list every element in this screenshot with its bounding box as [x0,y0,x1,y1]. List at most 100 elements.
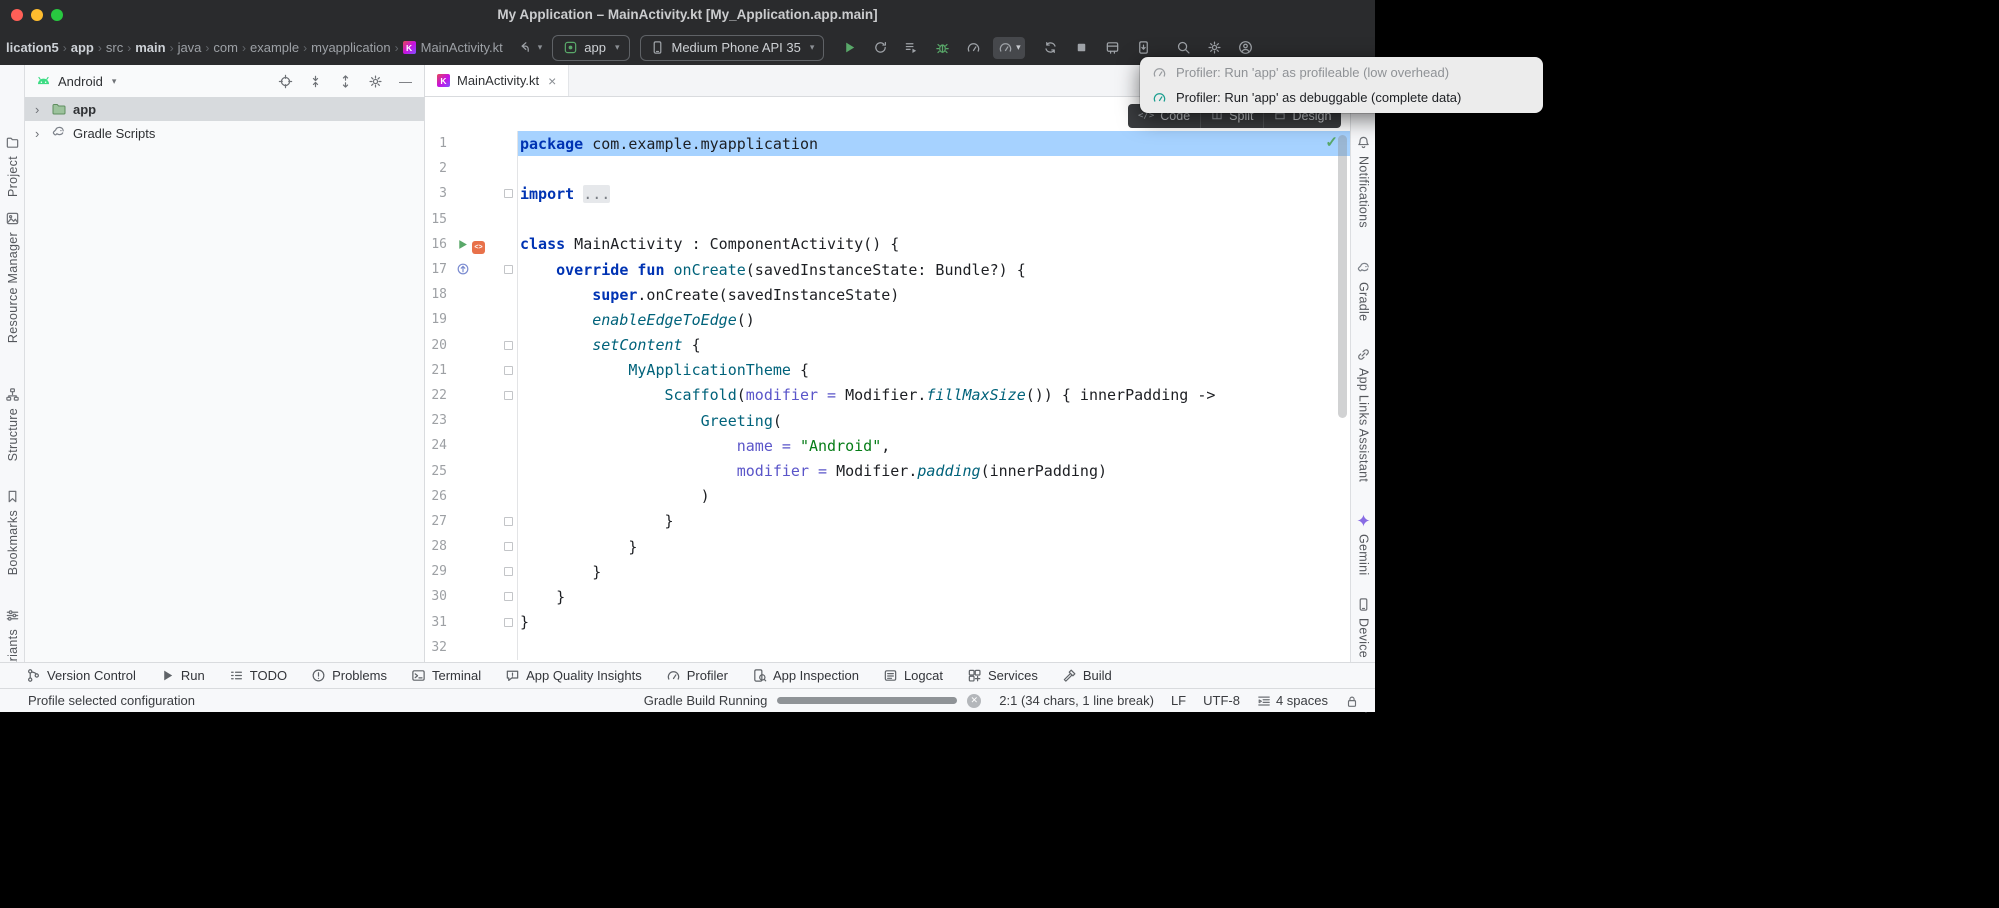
code-text[interactable]: modifier = Modifier.padding(innerPadding… [518,458,1350,483]
fold-open-icon[interactable] [504,366,513,375]
code-line-16[interactable]: 16<>class MainActivity : ComponentActivi… [425,232,1350,257]
line-number[interactable]: 17 [425,262,447,277]
line-number[interactable]: 24 [425,438,447,453]
tool-window-button-gradle[interactable]: Gradle [1351,261,1376,321]
breadcrumb-com[interactable]: com [213,40,238,55]
expand-all-button[interactable] [337,73,354,90]
tool-window-button-version-control[interactable]: Version Control [14,663,148,688]
breadcrumb-example[interactable]: example [250,40,299,55]
code-line-31[interactable]: 31} [425,610,1350,635]
code-text[interactable]: } [518,610,1350,635]
tool-window-button-notifications[interactable]: Notifications [1351,135,1376,228]
line-number[interactable]: 27 [425,514,447,529]
code-line-1[interactable]: 1 package com.example.myapplication [425,131,1350,156]
line-number[interactable]: 31 [425,615,447,630]
code-text[interactable]: setContent { [518,333,1350,358]
tool-window-button-project[interactable]: Project [0,135,25,197]
fold-close-icon[interactable] [504,567,513,576]
tool-window-button-services[interactable]: Services [955,663,1050,688]
line-number[interactable]: 19 [425,312,447,327]
code-line-24[interactable]: 24 name = "Android", [425,433,1350,458]
code-line-32[interactable]: 32 [425,635,1350,660]
profiler-popup-item[interactable]: Profiler: Run 'app' as debuggable (compl… [1140,85,1543,110]
fold-close-icon[interactable] [504,592,513,601]
tree-item-gradle-scripts[interactable]: ›Gradle Scripts [25,121,424,145]
code-text[interactable]: Scaffold(modifier = Modifier.fillMaxSize… [518,383,1350,408]
rerun-button[interactable] [869,37,891,59]
code-text[interactable]: package com.example.myapplication [518,131,1350,156]
profiler-dropdown-button[interactable]: ▾ [993,37,1025,59]
line-number[interactable]: 30 [425,589,447,604]
code-text[interactable]: ) [518,484,1350,509]
code-line-21[interactable]: 21 MyApplicationTheme { [425,358,1350,383]
code-text[interactable]: MyApplicationTheme { [518,358,1350,383]
code-text[interactable]: Greeting( [518,408,1350,433]
run-gutter-icon[interactable] [457,235,468,254]
code-text[interactable]: } [518,534,1350,559]
debug-button[interactable] [931,37,953,59]
tab-mainactivity[interactable]: K MainActivity.kt × [425,65,569,96]
project-view-selector[interactable]: Android [58,74,103,89]
code-line-3[interactable]: 3import ... [425,181,1350,206]
line-number[interactable]: 1 [425,136,447,151]
tool-window-button-app-quality-insights[interactable]: App Quality Insights [493,663,654,688]
tool-window-button-run[interactable]: Run [148,663,217,688]
code-text[interactable]: super.onCreate(savedInstanceState) [518,282,1350,307]
tool-window-button-structure[interactable]: Structure [0,387,25,461]
tool-window-button-problems[interactable]: Problems [299,663,399,688]
breadcrumb-mainactivity-kt[interactable]: KMainActivity.kt [403,40,503,55]
line-number[interactable]: 20 [425,338,447,353]
fold-open-icon[interactable] [504,391,513,400]
code-line-17[interactable]: 17 override fun onCreate(savedInstanceSt… [425,257,1350,282]
locate-file-button[interactable] [277,73,294,90]
line-number[interactable]: 21 [425,363,447,378]
code-text[interactable] [518,207,1350,232]
code-line-19[interactable]: 19 enableEdgeToEdge() [425,307,1350,332]
tool-window-button-profiler[interactable]: Profiler [654,663,740,688]
code-text[interactable] [518,156,1350,181]
code-text[interactable]: override fun onCreate(savedInstanceState… [518,257,1350,282]
code-editor[interactable]: 1 package com.example.myapplication 2 3impo… [425,97,1350,662]
sync-project-button[interactable] [1039,37,1061,59]
code-line-18[interactable]: 18 super.onCreate(savedInstanceState) [425,282,1350,307]
device-selector[interactable]: Medium Phone API 35 ▾ [640,35,825,61]
profiler-button[interactable] [962,37,984,59]
tool-window-button-bookmarks[interactable]: Bookmarks [0,489,25,575]
code-line-26[interactable]: 26 ) [425,484,1350,509]
tool-window-button-build[interactable]: Build [1050,663,1124,688]
line-number[interactable]: 32 [425,640,447,655]
tool-window-button-app-inspection[interactable]: App Inspection [740,663,871,688]
encoding-widget[interactable]: UTF-8 [1203,693,1240,708]
tool-window-button-logcat[interactable]: Logcat [871,663,955,688]
tool-window-button-app-links-assistant[interactable]: App Links Assistant [1351,347,1376,482]
line-number[interactable]: 26 [425,489,447,504]
tree-chevron-icon[interactable]: › [35,102,45,117]
override-gutter-icon[interactable] [457,260,469,279]
line-number[interactable]: 2 [425,161,447,176]
fold-close-icon[interactable] [504,618,513,627]
code-text[interactable]: } [518,584,1350,609]
vcs-update-icon[interactable] [513,37,535,59]
settings-gear-icon[interactable] [1203,37,1225,59]
breadcrumb-main[interactable]: main [135,40,165,55]
fold-open-icon[interactable] [504,341,513,350]
code-text[interactable]: name = "Android", [518,433,1350,458]
code-line-30[interactable]: 30 } [425,584,1350,609]
fold-close-icon[interactable] [504,517,513,526]
code-line-15[interactable]: 15 [425,207,1350,232]
code-line-23[interactable]: 23 Greeting( [425,408,1350,433]
code-text[interactable]: import ... [518,181,1350,206]
breadcrumb-myapplication[interactable]: myapplication [311,40,391,55]
breadcrumb-java[interactable]: java [178,40,202,55]
line-number[interactable]: 16 [425,237,447,252]
code-text[interactable]: } [518,509,1350,534]
hide-panel-button[interactable]: — [397,73,414,90]
caret-position-widget[interactable]: 2:1 (34 chars, 1 line break) [999,693,1154,708]
code-text[interactable] [518,635,1350,660]
chevron-down-icon[interactable]: ▾ [538,42,543,53]
lock-icon[interactable] [1345,694,1359,708]
editor-scrollbar[interactable] [1338,135,1347,418]
fold-open-icon[interactable] [504,189,513,198]
stop-button[interactable] [1070,37,1092,59]
tree-chevron-icon[interactable]: › [35,126,45,141]
